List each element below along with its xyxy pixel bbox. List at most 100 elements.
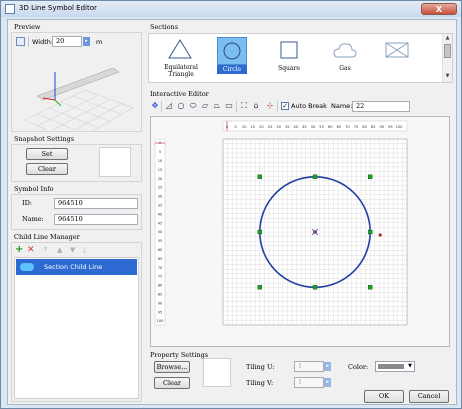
ruler-tick-label: 5 [234, 125, 236, 129]
ellipse-tool-icon[interactable]: ⬭ [188, 101, 198, 111]
chevron-down-icon: ▼ [408, 363, 412, 369]
ruler-tick-label: 85 [158, 293, 163, 297]
ruler-tick-label: 35 [158, 204, 163, 208]
set-snapshot-button[interactable]: Set [26, 148, 68, 160]
ruler-tick-label: 100 [396, 125, 404, 129]
section-label: Square [278, 65, 300, 72]
ruler-tick-label: 70 [158, 266, 163, 270]
resize-handle [312, 284, 318, 290]
ruler-tick-label: 80 [158, 284, 163, 288]
ruler-tick-label: 95 [388, 125, 393, 129]
ruler-tick-label: 80 [362, 125, 367, 129]
move-up-icon[interactable]: ▲ [57, 245, 62, 255]
cancel-button[interactable]: Cancel [409, 390, 449, 403]
name-label: Name: [22, 215, 44, 223]
ruler-tick-label: 20 [259, 125, 264, 129]
scroll-up-icon[interactable]: ▲ [444, 35, 451, 42]
editor-name-input[interactable]: 22 [352, 101, 410, 112]
toolbar-divider [236, 101, 237, 112]
ruler-tick-label: 25 [158, 186, 163, 190]
id-label: ID: [22, 199, 32, 207]
width-spinner[interactable]: ▸ [83, 37, 90, 46]
move-top-icon[interactable]: ⤒ [44, 245, 47, 255]
section-item[interactable]: Gas [329, 37, 361, 81]
move-down-icon[interactable]: ▼ [70, 245, 75, 255]
square-icon [280, 41, 298, 59]
trapezoid-tool-icon[interactable]: ⏢ [212, 101, 222, 111]
tiling-v-spinner[interactable]: ▸ [324, 378, 331, 387]
ruler-tick-label: 35 [285, 125, 290, 129]
sections-gallery[interactable]: Equilateral Triangle Circle Square Gas ▲ [148, 33, 453, 83]
tiling-v-input[interactable]: 1 [294, 377, 324, 388]
symbol-info-label: Symbol Info [14, 185, 54, 193]
section-item[interactable]: Square [273, 37, 305, 81]
add-point-icon[interactable]: ⛶ [239, 101, 249, 111]
ruler-tick-label: 40 [294, 125, 299, 129]
resize-handle [257, 229, 263, 235]
width-label: Width: [32, 38, 54, 46]
section-item-selected[interactable]: Circle [217, 37, 247, 81]
parallelogram-tool-icon[interactable]: ▱ [200, 101, 210, 111]
ruler-tick-label: 95 [158, 310, 163, 314]
ruler-tick-label: 5 [159, 150, 161, 154]
section-item[interactable] [381, 37, 413, 81]
ruler-tick-label: 30 [158, 195, 163, 199]
auto-break-label: Auto Break [291, 102, 327, 110]
ruler-tick-label: 50 [311, 125, 316, 129]
move-tool-icon[interactable]: ✥ [150, 101, 160, 111]
color-swatch [378, 364, 404, 369]
ruler-tick-label: 85 [371, 125, 376, 129]
toolbar-divider [277, 101, 278, 112]
tiling-u-spinner[interactable]: ▸ [324, 362, 331, 371]
ruler-tick-label: 20 [158, 177, 163, 181]
resize-handle [367, 229, 373, 235]
ruler-tick-label: 60 [158, 248, 163, 252]
list-item[interactable]: Section Child Line [16, 259, 137, 275]
resize-handle [367, 284, 373, 290]
ruler-tick-label: 45 [158, 221, 163, 225]
polyline-tool-icon[interactable]: ◿ [164, 101, 174, 111]
resize-handle [257, 284, 263, 290]
ok-button[interactable]: OK [364, 390, 404, 403]
id-field[interactable]: 964510 [54, 198, 138, 209]
insert-point-icon[interactable]: ⌂ [251, 101, 261, 111]
name-field[interactable]: 964510 [54, 214, 138, 225]
editor-canvas-area[interactable]: 0510152025303540455055606570758085909510… [150, 116, 450, 347]
add-icon[interactable]: + [15, 245, 23, 255]
ruler-tick-label: 90 [380, 125, 385, 129]
envelope-icon [385, 42, 409, 58]
tiling-u-input[interactable]: 1 [294, 361, 324, 372]
toolbar-divider [161, 101, 162, 112]
clear-texture-button[interactable]: Clear [154, 377, 190, 389]
preview-3d-view[interactable] [15, 50, 139, 130]
ruler-tick-label: 50 [158, 230, 163, 234]
sections-label: Sections [150, 23, 179, 31]
texture-thumbnail [203, 358, 231, 387]
rectangle-tool-icon[interactable]: ▭ [224, 101, 234, 111]
browse-button[interactable]: Browse... [154, 361, 190, 373]
editor-canvas[interactable]: 0510152025303540455055606570758085909510… [151, 117, 449, 346]
color-picker[interactable]: ▼ [375, 361, 415, 372]
child-line-list[interactable]: Section Child Line [14, 257, 139, 399]
close-button[interactable]: X [421, 3, 457, 15]
app-icon [5, 4, 15, 14]
scroll-down-icon[interactable]: ▼ [444, 73, 451, 80]
circle-tool-icon[interactable]: ○ [176, 101, 186, 111]
section-item[interactable]: Equilateral Triangle [159, 37, 203, 81]
ruler-tick-label: 90 [158, 301, 163, 305]
preview-group: Width: 20 ▸ m [11, 32, 142, 132]
title-bar[interactable]: 3D Line Symbol Editor X [1, 1, 461, 17]
width-input[interactable]: 20 [52, 36, 82, 47]
cloud-icon [333, 43, 357, 58]
ruler-tick-label: 100 [157, 319, 165, 323]
move-bottom-icon[interactable]: ⤓ [83, 245, 86, 255]
sections-scrollbar[interactable]: ▲ ▼ [442, 34, 452, 82]
auto-break-checkbox[interactable]: ✓ [281, 102, 289, 110]
reset-view-icon[interactable] [16, 37, 25, 46]
ruler-tick-label: 70 [345, 125, 350, 129]
clear-snapshot-button[interactable]: Clear [26, 163, 68, 175]
editor-toolbar: ✥ ◿ ○ ⬭ ▱ ⏢ ▭ ⛶ ⌂ ⊹ ✓ Auto Break Name: 2… [150, 101, 450, 112]
delete-point-icon[interactable]: ⊹ [265, 101, 275, 111]
delete-icon[interactable]: ✕ [27, 245, 35, 255]
scroll-thumb[interactable] [444, 44, 451, 58]
